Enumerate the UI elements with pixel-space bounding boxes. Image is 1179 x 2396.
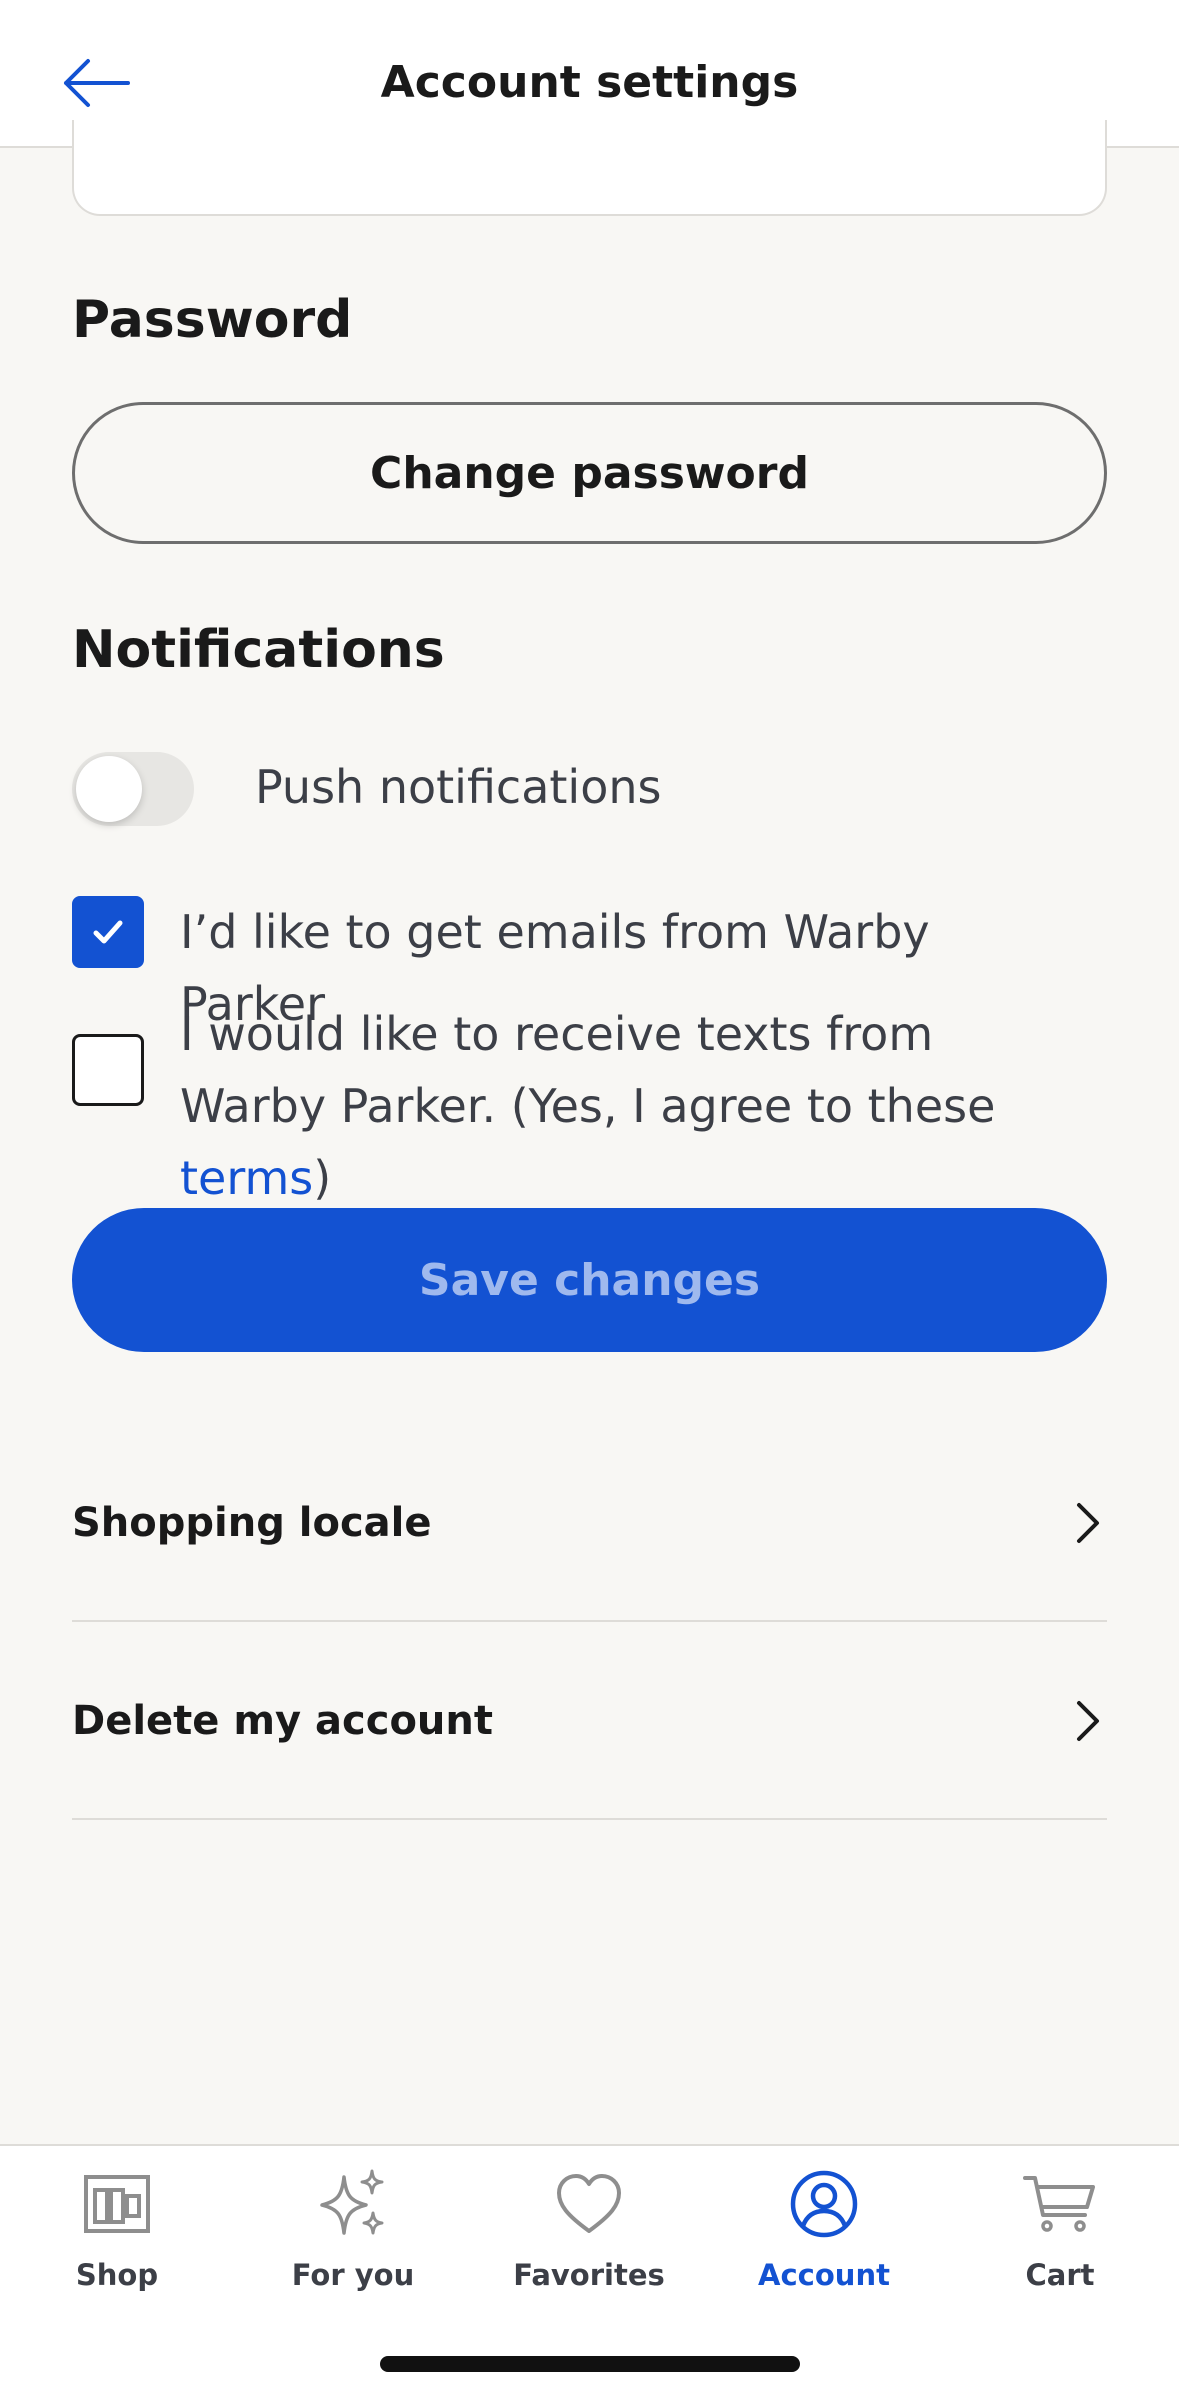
tab-cart[interactable]: Cart	[960, 2164, 1160, 2324]
tab-for-you[interactable]: For you	[253, 2164, 453, 2324]
account-icon	[784, 2164, 864, 2244]
row-label: Shopping locale	[72, 1500, 432, 1546]
tab-shop[interactable]: Shop	[17, 2164, 217, 2324]
tab-label: Cart	[1025, 2258, 1095, 2292]
tab-label: For you	[291, 2258, 415, 2292]
tab-account[interactable]: Account	[724, 2164, 924, 2324]
chevron-right-icon	[1067, 1424, 1107, 1622]
texts-opt-in-text-end: )	[313, 1151, 332, 1205]
row-label: Delete my account	[72, 1698, 493, 1744]
terms-link[interactable]: terms	[180, 1151, 313, 1205]
checkmark-icon	[93, 920, 123, 944]
profile-card-bottom	[72, 120, 1107, 216]
email-opt-in-checkbox[interactable]	[72, 896, 144, 968]
toggle-knob	[76, 756, 142, 822]
change-password-button[interactable]: Change password	[72, 402, 1107, 544]
home-indicator	[380, 2356, 800, 2372]
shop-icon	[77, 2164, 157, 2244]
sparkle-icon	[313, 2164, 393, 2244]
save-changes-button[interactable]: Save changes	[72, 1208, 1107, 1352]
push-notifications-label: Push notifications	[255, 760, 662, 814]
settings-row-shopping-locale[interactable]: Shopping locale	[72, 1424, 1107, 1622]
tab-label: Shop	[75, 2258, 159, 2292]
heart-icon	[549, 2164, 629, 2244]
chevron-right-icon	[1067, 1622, 1107, 1820]
tab-label: Account	[758, 2258, 890, 2292]
texts-opt-in-checkbox[interactable]	[72, 1034, 144, 1106]
tab-favorites[interactable]: Favorites	[489, 2164, 689, 2324]
password-section-title: Password	[72, 290, 353, 350]
tab-label: Favorites	[513, 2258, 665, 2292]
texts-opt-in-label: I would like to receive texts from Warby…	[180, 998, 1080, 1214]
push-notifications-toggle[interactable]	[72, 752, 194, 826]
cart-icon	[1020, 2164, 1100, 2244]
texts-opt-in-text: I would like to receive texts from Warby…	[180, 1007, 996, 1133]
settings-row-delete-account[interactable]: Delete my account	[72, 1622, 1107, 1820]
notifications-section-title: Notifications	[72, 620, 445, 680]
